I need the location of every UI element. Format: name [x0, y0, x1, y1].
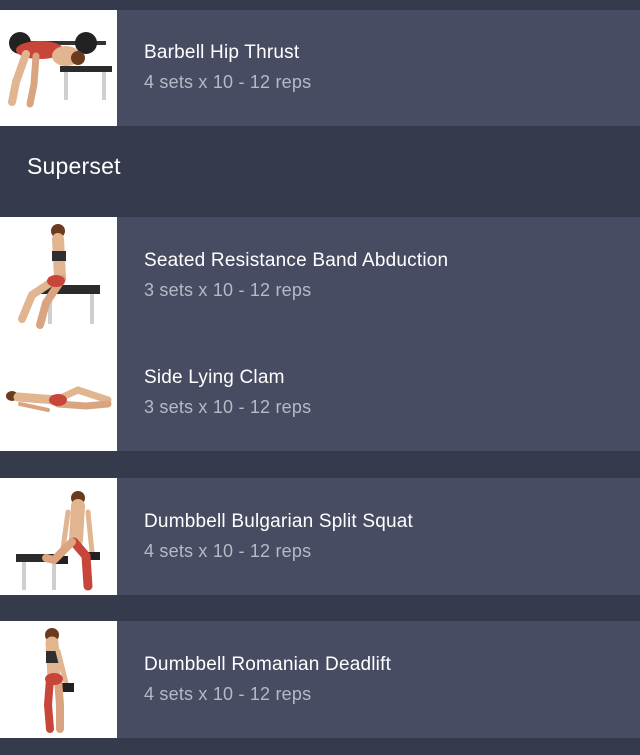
exercise-thumbnail — [0, 217, 117, 451]
exercise-sets-reps: 4 sets x 10 - 12 reps — [144, 72, 312, 92]
exercise-sets-reps: 3 sets x 10 - 12 reps — [144, 280, 312, 300]
seated-band-abduction-illustration — [18, 224, 100, 329]
side-lying-clam-illustration — [6, 386, 112, 412]
exercise-thumbnail — [0, 621, 117, 738]
exercise-name: Dumbbell Romanian Deadlift — [144, 654, 392, 675]
exercise-sets-reps: 3 sets x 10 - 12 reps — [144, 397, 312, 417]
exercise-name: Barbell Hip Thrust — [144, 42, 300, 63]
section-title: Superset — [27, 153, 121, 179]
exercise-card-barbell-hip-thrust[interactable]: Barbell Hip Thrust 4 sets x 10 - 12 reps — [0, 10, 640, 126]
superset-card: Seated Resistance Band Abduction 3 sets … — [0, 217, 640, 451]
exercise-thumbnail — [0, 10, 117, 126]
exercise-name: Dumbbell Bulgarian Split Squat — [144, 511, 413, 532]
exercise-name: Side Lying Clam — [144, 367, 285, 388]
exercise-card-dumbbell-romanian-deadlift[interactable]: Dumbbell Romanian Deadlift 4 sets x 10 -… — [0, 621, 640, 738]
romanian-deadlift-illustration — [43, 628, 74, 733]
barbell-hip-thrust-illustration — [8, 32, 112, 108]
exercise-card-dumbbell-bulgarian-split-squat[interactable]: Dumbbell Bulgarian Split Squat 4 sets x … — [0, 478, 640, 595]
exercise-thumbnail — [0, 478, 117, 595]
exercise-sets-reps: 4 sets x 10 - 12 reps — [144, 684, 312, 704]
exercise-name: Seated Resistance Band Abduction — [144, 250, 449, 271]
bulgarian-split-squat-illustration — [16, 491, 100, 591]
exercise-sets-reps: 4 sets x 10 - 12 reps — [144, 541, 312, 561]
